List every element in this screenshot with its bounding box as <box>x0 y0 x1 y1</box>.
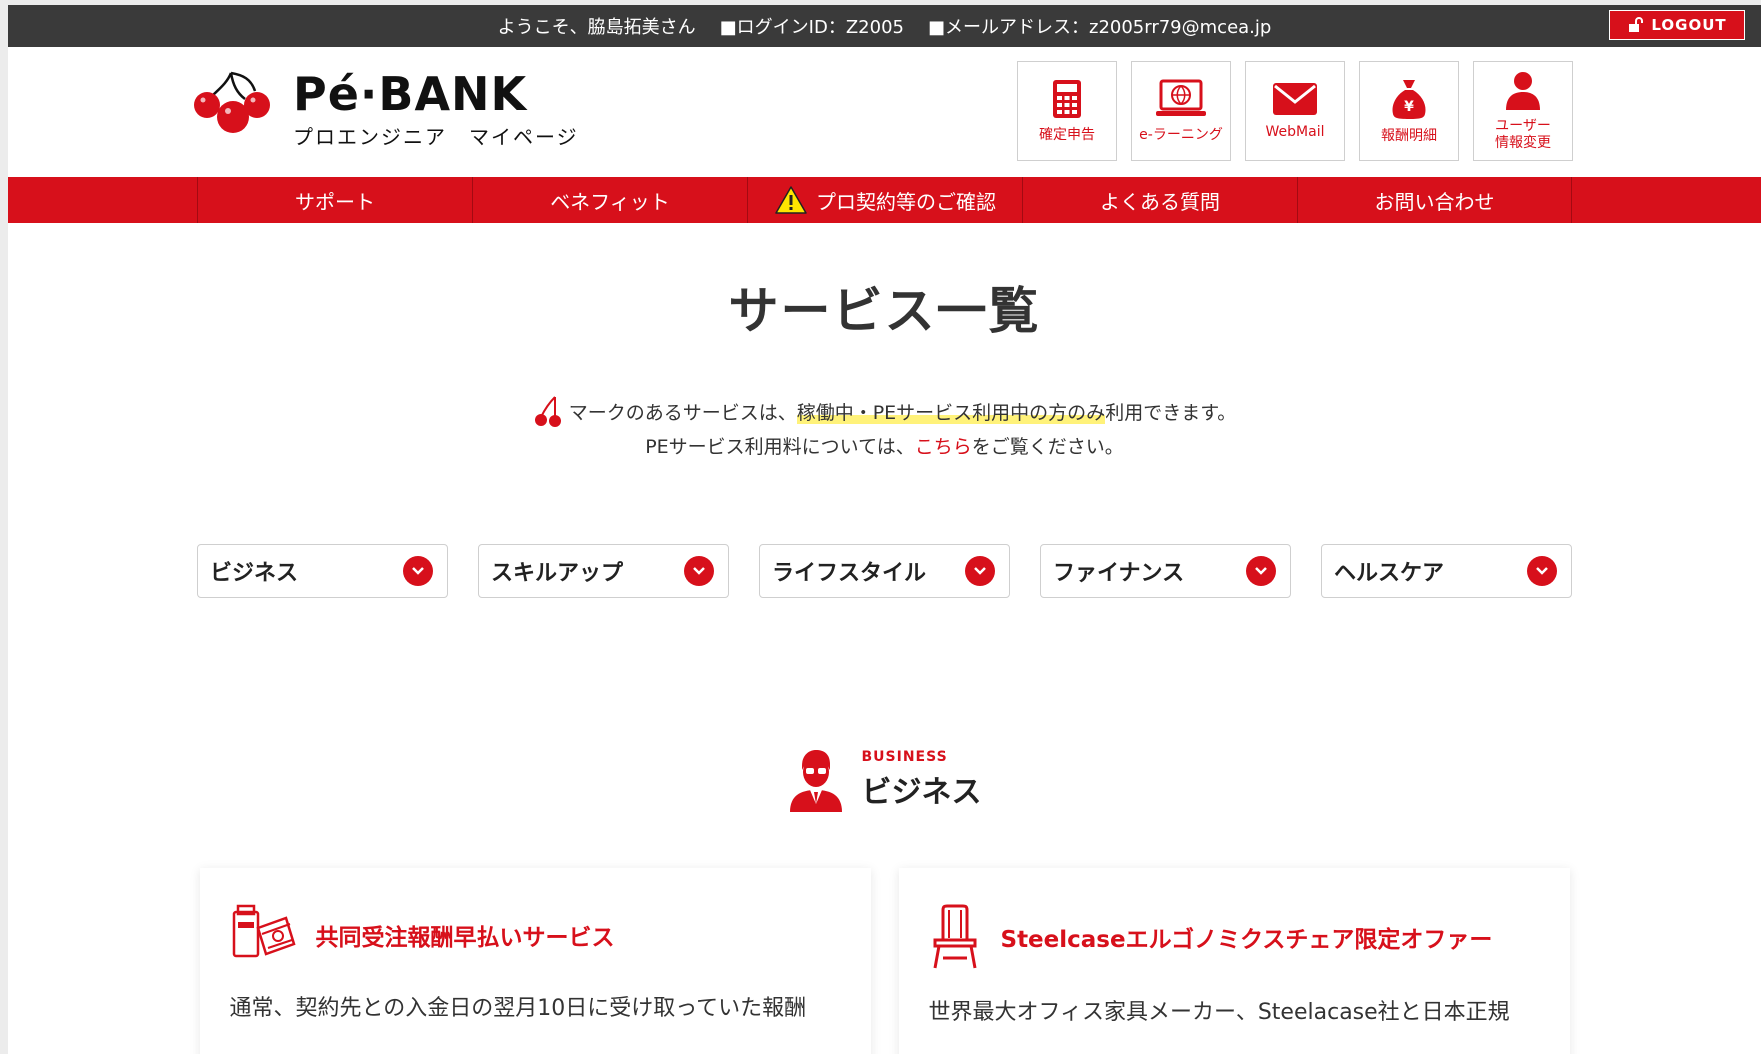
logo-subtitle: プロエンジニア マイページ <box>293 125 579 149</box>
nav-item-contact[interactable]: お問い合わせ <box>1297 177 1572 223</box>
header-icon-menu: 確定申告 e-ラーニング WebMail ¥ 報酬明細 ユーザー 情報変更 <box>1017 61 1573 161</box>
category-filter: ビジネス スキルアップ ライフスタイル ファイナンス ヘルスケア <box>8 544 1761 598</box>
card-title: Steelcaseエルゴノミクスチェア限定オファー <box>1000 927 1493 953</box>
logo-wordmark: Pé·BANK <box>293 67 528 121</box>
money-bag-icon: ¥ <box>1392 79 1426 119</box>
category-healthcare-button[interactable]: ヘルスケア <box>1321 544 1572 598</box>
fee-info-link[interactable]: こちら <box>915 436 972 458</box>
service-card-steelcase[interactable]: Steelcaseエルゴノミクスチェア限定オファー 世界最大オフィス家具メーカー… <box>898 868 1570 1054</box>
card-description: 通常、契約先との入金日の翌月10日に受け取っていた報酬 <box>229 996 807 1021</box>
notice2-text-post: をご覧ください。 <box>971 436 1124 458</box>
chevron-down-icon <box>965 556 995 586</box>
category-label: ファイナンス <box>1053 561 1185 586</box>
category-label: ビジネス <box>210 561 299 586</box>
user-icon <box>1506 72 1540 110</box>
calculator-icon <box>1053 79 1081 118</box>
category-business-button[interactable]: ビジネス <box>197 544 448 598</box>
page-title: サービス一覧 <box>728 282 1041 340</box>
webmail-label: WebMail <box>1265 123 1325 140</box>
payment-statement-label: 報酬明細 <box>1381 127 1437 144</box>
payment-statement-button[interactable]: ¥ 報酬明細 <box>1359 61 1459 161</box>
svg-text:¥: ¥ <box>1404 99 1414 115</box>
laptop-globe-icon <box>1156 79 1206 116</box>
logout-label: LOGOUT <box>1651 16 1727 34</box>
cherry-mark-icon <box>534 396 561 427</box>
nav-contact-label: お問い合わせ <box>1374 189 1495 214</box>
unlock-icon <box>1629 17 1644 32</box>
e-learning-button[interactable]: e-ラーニング <box>1131 61 1231 161</box>
chevron-down-icon <box>684 556 714 586</box>
site-logo[interactable]: Pé·BANK プロエンジニア マイページ <box>193 69 579 150</box>
nav-benefit-label: ベネフィット <box>550 189 670 214</box>
mail-icon <box>1273 82 1317 115</box>
warning-icon <box>775 186 807 214</box>
nav-item-contract[interactable]: プロ契約等のご確認 <box>747 177 1022 223</box>
header: Pé·BANK プロエンジニア マイページ 確定申告 e-ラーニング WebMa… <box>8 47 1761 177</box>
card-title: 共同受注報酬早払いサービス <box>315 925 615 951</box>
category-label: スキルアップ <box>491 561 624 586</box>
user-settings-button[interactable]: ユーザー 情報変更 <box>1473 61 1573 161</box>
service-card-early-payment[interactable]: 共同受注報酬早払いサービス 通常、契約先との入金日の翌月10日に受け取っていた報… <box>199 868 871 1054</box>
service-notice: マークのあるサービスは、稼働中・PEサービス利用中の方のみ利用できます。 PEサ… <box>8 395 1761 464</box>
chevron-down-icon <box>1246 556 1276 586</box>
chevron-down-icon <box>403 556 433 586</box>
main-nav: サポート ベネフィット プロ契約等のご確認 よくある質問 お問い合わせ <box>8 177 1761 223</box>
category-finance-button[interactable]: ファイナンス <box>1040 544 1291 598</box>
notice-text-pre: マークのあるサービスは、 <box>568 402 797 424</box>
nav-item-support[interactable]: サポート <box>197 177 472 223</box>
notice-text-post: 利用できます。 <box>1105 402 1237 424</box>
nav-item-benefit[interactable]: ベネフィット <box>472 177 747 223</box>
businessman-icon <box>789 750 842 812</box>
welcome-text: ようこそ、脇島拓美さん <box>497 17 696 38</box>
card-description: 世界最大オフィス家具メーカー、Steelacase社と日本正規 <box>928 1000 1510 1025</box>
category-label: ヘルスケア <box>1334 561 1445 586</box>
chair-icon <box>933 904 976 969</box>
notice2-text-pre: PEサービス利用料については、 <box>645 436 915 458</box>
top-bar: ようこそ、脇島拓美さん ■ログインID：Z2005 ■メールアドレス：z2005… <box>8 5 1761 47</box>
category-label: ライフスタイル <box>772 561 927 586</box>
user-settings-label: ユーザー 情報変更 <box>1495 118 1551 151</box>
tax-return-button[interactable]: 確定申告 <box>1017 61 1117 161</box>
logout-button[interactable]: LOGOUT <box>1609 10 1745 40</box>
service-cards: 共同受注報酬早払いサービス 通常、契約先との入金日の翌月10日に受け取っていた報… <box>8 868 1761 1054</box>
tax-return-label: 確定申告 <box>1039 126 1095 143</box>
nav-support-label: サポート <box>295 189 375 214</box>
nav-faq-label: よくある質問 <box>1100 189 1220 214</box>
section-title-en: BUSINESS <box>861 749 948 765</box>
email-text: ■メールアドレス：z2005rr79@mcea.jp <box>927 17 1272 38</box>
category-skillup-button[interactable]: スキルアップ <box>478 544 729 598</box>
chevron-down-icon <box>1527 556 1557 586</box>
login-id-text: ■ログインID：Z2005 <box>719 17 904 38</box>
section-business-heading: BUSINESS ビジネス <box>8 748 1761 812</box>
nav-contract-label: プロ契約等のご確認 <box>816 189 996 214</box>
category-lifestyle-button[interactable]: ライフスタイル <box>759 544 1010 598</box>
webmail-button[interactable]: WebMail <box>1245 61 1345 161</box>
notice-highlight: 稼働中・PEサービス利用中の方のみ <box>796 402 1106 424</box>
e-learning-label: e-ラーニング <box>1139 126 1223 143</box>
cherry-logo-icon <box>194 71 270 133</box>
page-frame: ようこそ、脇島拓美さん ■ログインID：Z2005 ■メールアドレス：z2005… <box>8 5 1761 1054</box>
section-title-jp: ビジネス <box>861 775 982 810</box>
nav-item-faq[interactable]: よくある質問 <box>1022 177 1297 223</box>
payment-document-icon <box>232 904 296 958</box>
